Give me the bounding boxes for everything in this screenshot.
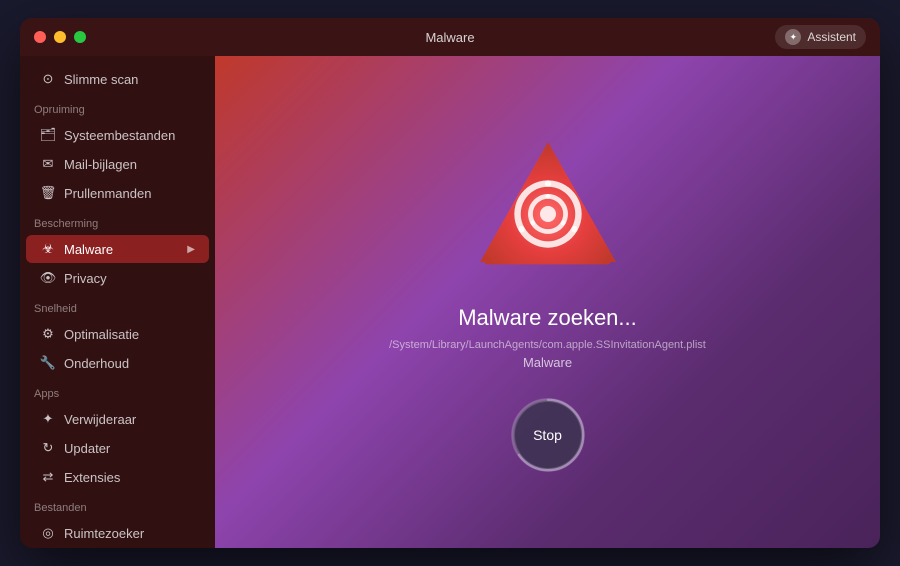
section-label-bescherming: Bescherming	[20, 208, 215, 234]
assistant-label: Assistent	[807, 30, 856, 44]
maximize-button[interactable]	[74, 31, 86, 43]
prullenmanden-label: Prullenmanden	[64, 186, 195, 201]
biohazard-container	[468, 135, 628, 285]
mail-bijlagen-icon: ✉	[40, 156, 56, 172]
extensies-icon: ⇄	[40, 469, 56, 485]
close-button[interactable]	[34, 31, 46, 43]
updater-icon: ↻	[40, 440, 56, 456]
updater-label: Updater	[64, 441, 195, 456]
ruimtezoeker-icon: ◎	[40, 525, 56, 541]
ruimtezoeker-label: Ruimtezoeker	[64, 526, 195, 541]
section-label-apps: Apps	[20, 378, 215, 404]
assistant-icon: ✦	[785, 29, 801, 45]
optimalisatie-label: Optimalisatie	[64, 327, 195, 342]
scan-path: /System/Library/LaunchAgents/com.apple.S…	[389, 339, 706, 351]
stop-button[interactable]: Stop	[513, 400, 583, 470]
sidebar-item-verwijderaar[interactable]: ✦ Verwijderaar	[26, 405, 209, 433]
slimme-scan-label: Slimme scan	[64, 72, 195, 87]
window-title: Malware	[425, 30, 474, 45]
sidebar: ⊙ Slimme scan Opruiming 🗂 Systeembestand…	[20, 56, 215, 548]
sidebar-item-malware[interactable]: ☣ Malware ▶	[26, 235, 209, 263]
scan-title: Malware zoeken...	[458, 305, 637, 331]
malware-arrow: ▶	[187, 244, 195, 255]
optimalisatie-icon: ⚙	[40, 326, 56, 342]
sidebar-item-extensies[interactable]: ⇄ Extensies	[26, 463, 209, 491]
extensies-label: Extensies	[64, 470, 195, 485]
onderhoud-icon: 🔧	[40, 355, 56, 371]
sidebar-item-updater[interactable]: ↻ Updater	[26, 434, 209, 462]
sidebar-item-onderhoud[interactable]: 🔧 Onderhoud	[26, 349, 209, 377]
section-label-opruiming: Opruiming	[20, 94, 215, 120]
sidebar-item-systeembestanden[interactable]: 🗂 Systeembestanden	[26, 121, 209, 149]
sidebar-item-optimalisatie[interactable]: ⚙ Optimalisatie	[26, 320, 209, 348]
section-label-bestanden: Bestanden	[20, 492, 215, 518]
malware-label: Malware	[64, 242, 179, 257]
malware-icon: ☣	[40, 241, 56, 257]
scan-category: Malware	[523, 355, 572, 370]
biohazard-icon	[468, 137, 628, 282]
minimize-button[interactable]	[54, 31, 66, 43]
progress-ring	[509, 396, 587, 474]
mail-bijlagen-label: Mail-bijlagen	[64, 157, 195, 172]
content-area: ⊙ Slimme scan Opruiming 🗂 Systeembestand…	[20, 56, 880, 548]
systeembestanden-icon: 🗂	[40, 127, 56, 143]
privacy-icon: 👁	[40, 270, 56, 286]
verwijderaar-icon: ✦	[40, 411, 56, 427]
main-window: Malware ✦ Assistent ⊙ Slimme scan Opruim…	[20, 18, 880, 548]
assistant-button[interactable]: ✦ Assistent	[775, 25, 866, 49]
slimme-scan-icon: ⊙	[40, 71, 56, 87]
main-content: Malware zoeken... /System/Library/Launch…	[215, 56, 880, 548]
verwijderaar-label: Verwijderaar	[64, 412, 195, 427]
sidebar-item-ruimtezoeker[interactable]: ◎ Ruimtezoeker	[26, 519, 209, 547]
window-controls	[34, 31, 86, 43]
titlebar: Malware ✦ Assistent	[20, 18, 880, 56]
sidebar-item-mail-bijlagen[interactable]: ✉ Mail-bijlagen	[26, 150, 209, 178]
section-label-snelheid: Snelheid	[20, 293, 215, 319]
sidebar-item-prullenmanden[interactable]: 🗑 Prullenmanden	[26, 179, 209, 207]
onderhoud-label: Onderhoud	[64, 356, 195, 371]
sidebar-item-privacy[interactable]: 👁 Privacy	[26, 264, 209, 292]
privacy-label: Privacy	[64, 271, 195, 286]
systeembestanden-label: Systeembestanden	[64, 128, 195, 143]
prullenmanden-icon: 🗑	[40, 185, 56, 201]
sidebar-item-slimme-scan[interactable]: ⊙ Slimme scan	[26, 65, 209, 93]
